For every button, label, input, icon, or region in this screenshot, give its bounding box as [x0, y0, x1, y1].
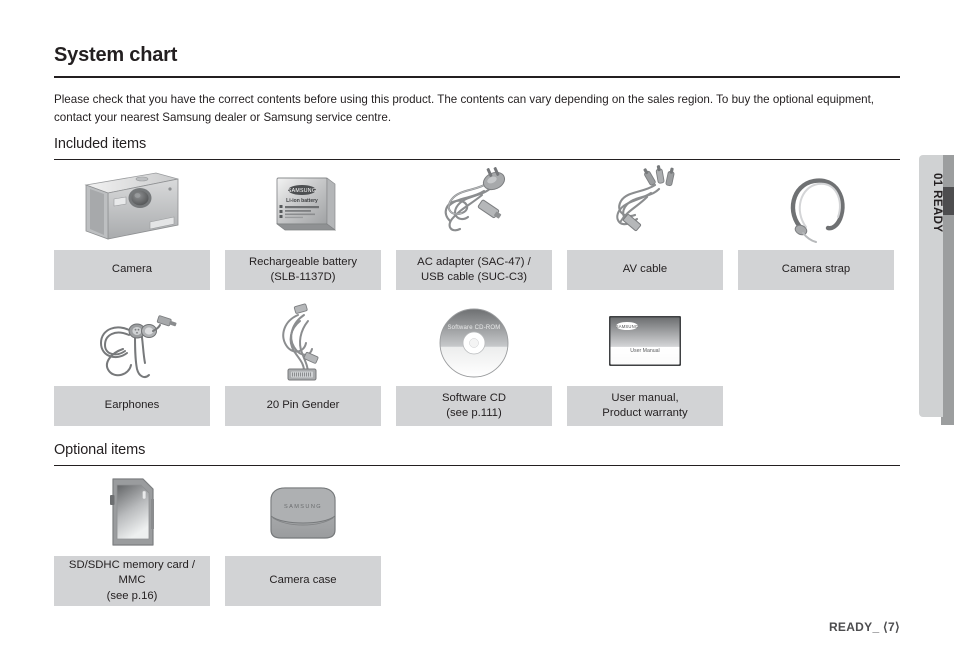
item-label-line3: (see p.16): [106, 589, 158, 602]
side-tab-label: 01 READY: [931, 173, 943, 233]
item-memory-card: SD/SDHC memory card / MMC (see p.16): [54, 470, 210, 606]
item-rechargeable-battery: SAMSUNG Li-ion battery Rechargeable batt…: [225, 164, 381, 290]
item-label-line2: Product warranty: [602, 407, 688, 419]
battery-icon: SAMSUNG Li-ion battery: [225, 164, 381, 250]
page-root: 01 READY System chart Please check that …: [0, 0, 954, 660]
item-av-cable: AV cable: [567, 164, 723, 290]
item-caption: Camera strap: [738, 250, 894, 290]
item-label-line1: Rechargeable battery: [248, 255, 357, 268]
page-footer: READY_ ⟨7⟩: [828, 620, 900, 634]
disc-text: Software CD-ROM: [447, 325, 500, 331]
optional-items-heading: Optional items: [54, 442, 146, 458]
item-label-line1: Software CD: [441, 391, 507, 404]
item-software-cd: Software CD-ROM Software CD (see p.111): [396, 300, 552, 426]
case-brand: SAMSUNG: [284, 504, 322, 510]
item-label: 20 Pin Gender: [266, 399, 340, 412]
av-cable-icon: [567, 164, 723, 250]
included-items-rule: [54, 159, 900, 160]
svg-text:SAMSUNG: SAMSUNG: [616, 324, 639, 329]
svg-text:SAMSUNG: SAMSUNG: [288, 188, 316, 194]
manual-cover-text: User Manual: [630, 348, 659, 354]
item-label-line1: AC adapter (SAC-47) /: [417, 255, 531, 268]
item-label: Camera strap: [781, 263, 851, 276]
item-camera-strap: Camera strap: [738, 164, 894, 290]
item-user-manual: SAMSUNG User Manual User manual, Product…: [567, 300, 723, 426]
item-label: Camera: [111, 263, 153, 276]
item-label-line2: USB cable (SUC-C3): [420, 271, 528, 283]
earphones-icon: [54, 300, 210, 386]
memory-card-icon: [54, 470, 210, 556]
included-items-row-1: Camera SAMSUNG Li-ion battery Rechargeab…: [54, 164, 894, 290]
optional-items-rule: [54, 465, 900, 466]
item-label-line2: (SLB-1137D): [270, 271, 336, 283]
camera-case-icon: SAMSUNG: [225, 470, 381, 556]
pin-gender-cable-icon: [225, 300, 381, 386]
item-label: Camera case: [269, 574, 337, 587]
included-items-row-2: Earphones 20 Pin Gender Software CD-ROM …: [54, 300, 723, 426]
item-camera: Camera: [54, 164, 210, 290]
item-label: AV cable: [622, 263, 668, 276]
item-label-line2: (see p.111): [446, 407, 502, 419]
item-caption: 20 Pin Gender: [225, 386, 381, 426]
software-cd-icon: Software CD-ROM: [396, 300, 552, 386]
item-camera-case: SAMSUNG Camera case: [225, 470, 381, 606]
camera-icon: [54, 164, 210, 250]
item-caption: Earphones: [54, 386, 210, 426]
item-label-line2: MMC: [118, 574, 146, 587]
item-label-line1: SD/SDHC memory card /: [68, 558, 196, 571]
item-caption: Software CD (see p.111): [396, 386, 552, 426]
item-ac-adapter-usb-cable: AC adapter (SAC-47) / USB cable (SUC-C3): [396, 164, 552, 290]
optional-items-row-1: SD/SDHC memory card / MMC (see p.16) SAM…: [54, 470, 381, 606]
item-caption: AC adapter (SAC-47) / USB cable (SUC-C3): [396, 250, 552, 290]
item-earphones: Earphones: [54, 300, 210, 426]
ac-adapter-usb-cable-icon: [396, 164, 552, 250]
included-items-heading: Included items: [54, 136, 147, 152]
item-label: Earphones: [104, 399, 160, 412]
intro-paragraph: Please check that you have the correct c…: [54, 93, 875, 124]
item-caption: Camera: [54, 250, 210, 290]
item-20-pin-gender: 20 Pin Gender: [225, 300, 381, 426]
item-caption: AV cable: [567, 250, 723, 290]
page-title: System chart: [54, 44, 178, 66]
side-tab: 01 READY: [919, 155, 943, 417]
item-label-line1: User manual,: [611, 391, 679, 404]
user-manual-icon: SAMSUNG User Manual: [567, 300, 723, 386]
item-caption: Rechargeable battery (SLB-1137D): [225, 250, 381, 290]
title-rule: [54, 76, 900, 78]
camera-strap-icon: [738, 164, 894, 250]
item-caption: User manual, Product warranty: [567, 386, 723, 426]
svg-text:Li-ion battery: Li-ion battery: [286, 198, 318, 204]
section-tab: 01 READY: [919, 155, 954, 425]
item-caption: SD/SDHC memory card / MMC (see p.16): [54, 556, 210, 606]
item-caption: Camera case: [225, 556, 381, 606]
